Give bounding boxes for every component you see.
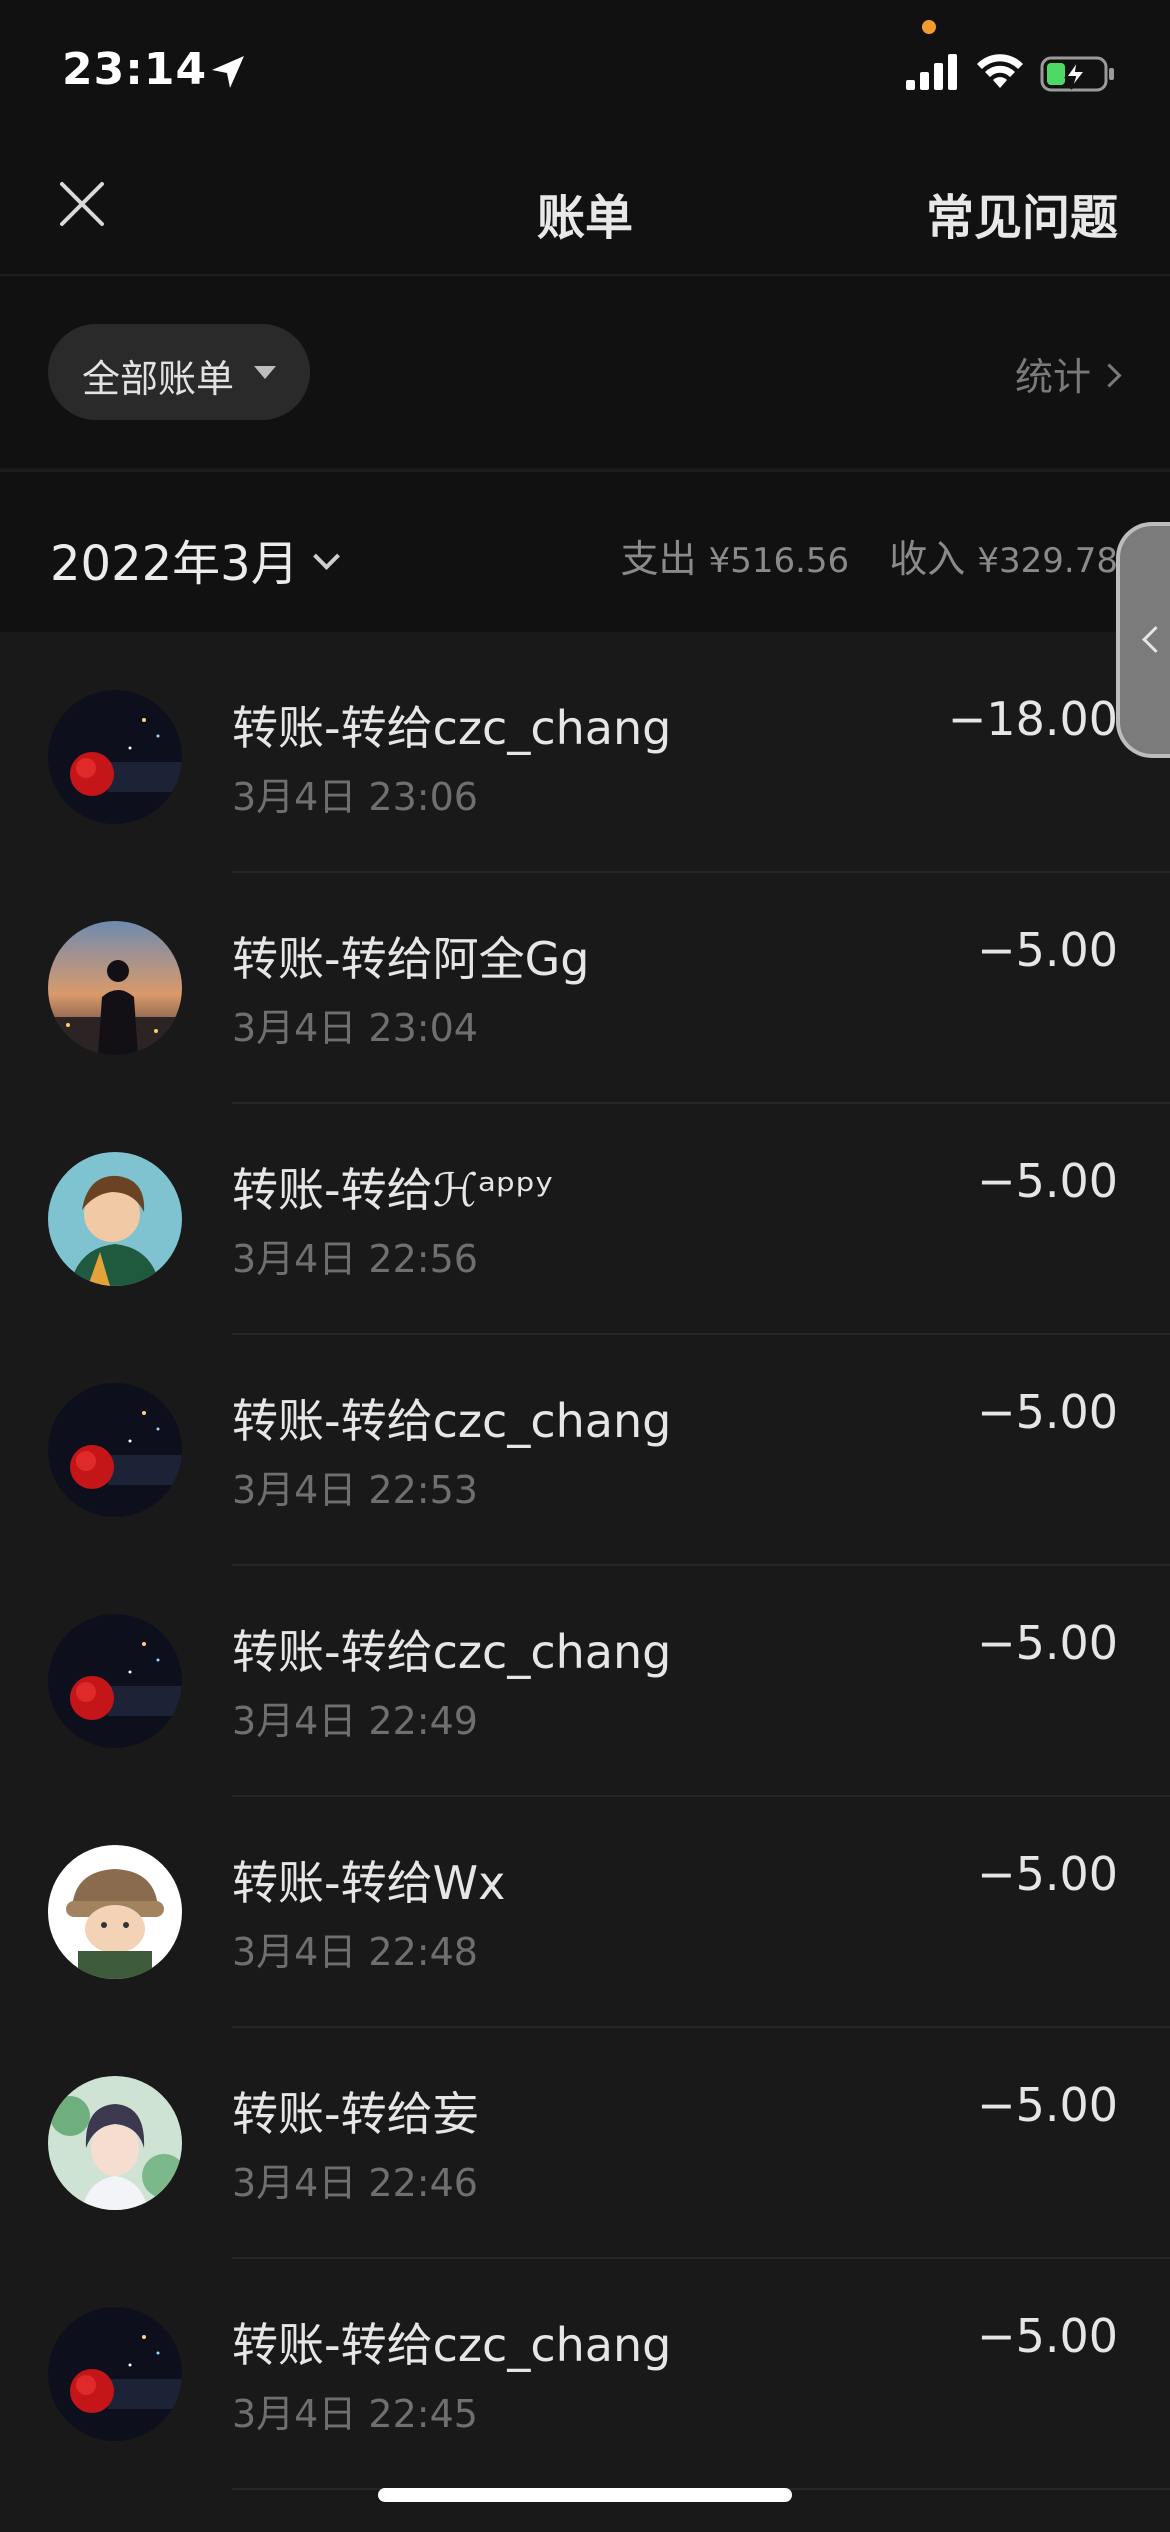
contact-avatar <box>48 1383 182 1517</box>
stats-link[interactable]: 统计 <box>1014 346 1122 401</box>
side-drawer-handle[interactable] <box>1116 522 1170 758</box>
expense-label: 支出 <box>620 537 697 581</box>
side-drawer-handle-inner <box>1120 526 1170 754</box>
signal-icon <box>906 54 957 90</box>
transaction-title: 转账-转给Wx <box>232 1856 506 1910</box>
transaction-amount: −5.00 <box>977 923 1118 977</box>
transaction-title: 转账-转给阿全Gg <box>232 932 590 986</box>
transaction-row[interactable]: 转账-转给阿全Gg 3月4日 23:04 −5.00 <box>0 873 1170 1104</box>
transaction-time: 3月4日 23:06 <box>232 775 478 819</box>
transaction-time: 3月4日 22:46 <box>232 2161 478 2205</box>
contact-avatar <box>48 690 182 824</box>
transaction-title: 转账-转给ℋᵃᵖᵖʸ <box>232 1163 553 1217</box>
transaction-time: 3月4日 22:48 <box>232 1930 478 1974</box>
location-arrow-icon <box>212 56 244 88</box>
transaction-amount: −5.00 <box>977 1847 1118 1901</box>
transaction-time: 3月4日 22:56 <box>232 1237 478 1281</box>
chevron-left-icon <box>1142 626 1169 653</box>
avatar-sunset-silhouette-image <box>48 921 182 1055</box>
privacy-indicator-dot <box>922 20 936 34</box>
transaction-title: 转账-转给czc_chang <box>232 1394 672 1448</box>
wifi-icon <box>977 54 1023 88</box>
avatar-night-rose-image <box>48 1614 182 1748</box>
transaction-row[interactable]: 转账-转给妄 3月4日 22:46 −5.00 <box>0 2028 1170 2259</box>
transaction-amount: −18.00 <box>947 692 1118 746</box>
transaction-title: 转账-转给妄 <box>232 2087 479 2141</box>
transaction-amount: −5.00 <box>977 1385 1118 1439</box>
faq-link[interactable]: 常见问题 <box>926 178 1118 248</box>
transaction-time: 3月4日 22:49 <box>232 1699 478 1743</box>
income-amount: ¥329.78 <box>977 541 1118 581</box>
status-time: 23:14 <box>62 44 208 95</box>
transaction-list: 转账-转给czc_chang 3月4日 23:06 −18.00 转账-转给阿全… <box>0 642 1170 2532</box>
transaction-amount: −5.00 <box>977 1616 1118 1670</box>
avatar-night-rose-image <box>48 690 182 824</box>
avatar-night-rose-image <box>48 2307 182 2441</box>
transaction-time: 3月4日 22:53 <box>232 1468 478 1512</box>
month-totals: 支出 ¥516.56 收入 ¥329.78 <box>620 528 1118 583</box>
bill-filter-label: 全部账单 <box>82 357 235 401</box>
nav-bar: 账单 常见问题 <box>0 140 1170 276</box>
transaction-time: 3月4日 22:45 <box>232 2392 478 2436</box>
transaction-amount: −5.00 <box>977 2309 1118 2363</box>
contact-avatar <box>48 1152 182 1286</box>
contact-avatar <box>48 921 182 1055</box>
battery-charging-icon <box>1040 56 1114 92</box>
contact-avatar <box>48 1845 182 1979</box>
income-label: 收入 <box>889 537 966 581</box>
transaction-title: 转账-转给czc_chang <box>232 701 672 755</box>
contact-avatar <box>48 2076 182 2210</box>
avatar-hat-character-image <box>48 1845 182 1979</box>
chevron-down-icon <box>312 543 340 570</box>
contact-avatar <box>48 2307 182 2441</box>
chevron-right-icon <box>1097 363 1122 388</box>
transaction-title: 转账-转给czc_chang <box>232 2318 672 2372</box>
transaction-row[interactable]: 转账-转给czc_chang 3月4日 22:45 −5.00 <box>0 2259 1170 2490</box>
avatar-anime-boy-image <box>48 1152 182 1286</box>
bill-filter-dropdown[interactable]: 全部账单 <box>48 324 310 420</box>
contact-avatar <box>48 1614 182 1748</box>
transaction-row[interactable]: 转账-转给czc_chang 3月4日 22:53 −5.00 <box>0 1335 1170 1566</box>
avatar-night-rose-image <box>48 1383 182 1517</box>
transaction-row[interactable]: 转账-转给czc_chang 3月4日 22:49 −5.00 <box>0 1566 1170 1797</box>
transaction-row[interactable]: 转账-转给czc_chang 3月4日 23:06 −18.00 <box>0 642 1170 873</box>
transaction-amount: −5.00 <box>977 1154 1118 1208</box>
filter-bar: 全部账单 统计 <box>0 276 1170 468</box>
transaction-row[interactable]: 转账-转给ℋᵃᵖᵖʸ 3月4日 22:56 −5.00 <box>0 1104 1170 1335</box>
home-indicator[interactable] <box>378 2488 792 2502</box>
transaction-row[interactable]: 转账-转给Wx 3月4日 22:48 −5.00 <box>0 1797 1170 2028</box>
transaction-amount: −5.00 <box>977 2078 1118 2132</box>
avatar-anime-portrait-image <box>48 2076 182 2210</box>
expense-amount: ¥516.56 <box>708 541 850 581</box>
transaction-title: 转账-转给czc_chang <box>232 1625 672 1679</box>
month-label: 2022年3月 <box>50 536 299 592</box>
caret-down-icon <box>254 366 276 379</box>
month-header: 2022年3月 支出 ¥516.56 收入 ¥329.78 <box>0 470 1170 632</box>
stats-label: 统计 <box>1014 355 1091 399</box>
month-selector[interactable]: 2022年3月 <box>50 524 340 594</box>
transaction-time: 3月4日 23:04 <box>232 1006 478 1050</box>
status-bar: 23:14 <box>0 0 1170 140</box>
